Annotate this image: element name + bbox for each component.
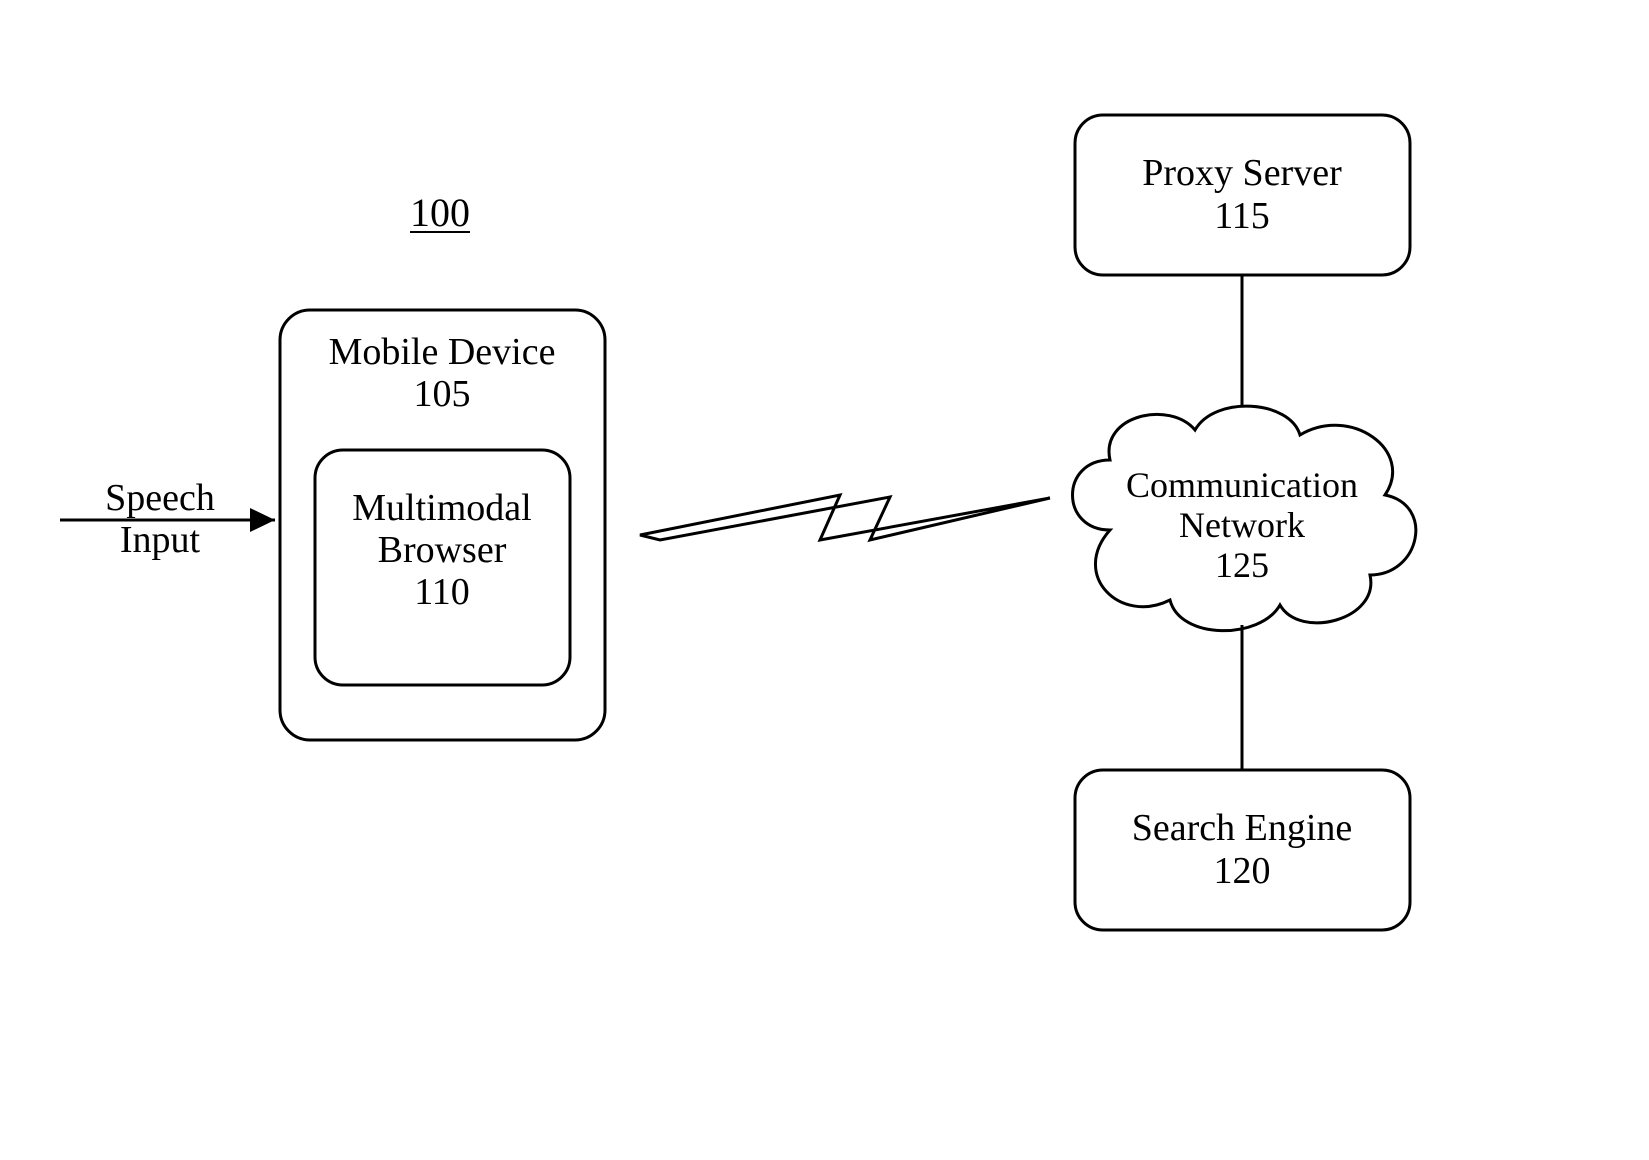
arrowhead-icon [250, 508, 275, 532]
comm-network-title-1: Communication [1126, 465, 1358, 505]
wireless-link-icon [640, 495, 1050, 540]
system-diagram: 100 Speech Input Mobile Device 105 Multi… [0, 0, 1649, 1160]
search-engine-title: Search Engine [1132, 807, 1353, 849]
multimodal-browser-title-2: Browser [378, 529, 507, 571]
mobile-device-ref: 105 [414, 373, 471, 415]
figure-ref-label: 100 [410, 190, 470, 235]
comm-network-ref: 125 [1215, 545, 1269, 585]
mobile-device-title: Mobile Device [329, 331, 556, 373]
proxy-server-title: Proxy Server [1142, 152, 1342, 194]
multimodal-browser-ref: 110 [414, 571, 470, 613]
comm-network-title-2: Network [1179, 505, 1305, 545]
search-engine-ref: 120 [1214, 850, 1271, 892]
speech-input-label-line1: Speech [105, 477, 215, 519]
speech-input-label-line2: Input [120, 519, 201, 561]
multimodal-browser-title-1: Multimodal [352, 487, 531, 529]
proxy-server-ref: 115 [1214, 195, 1270, 237]
